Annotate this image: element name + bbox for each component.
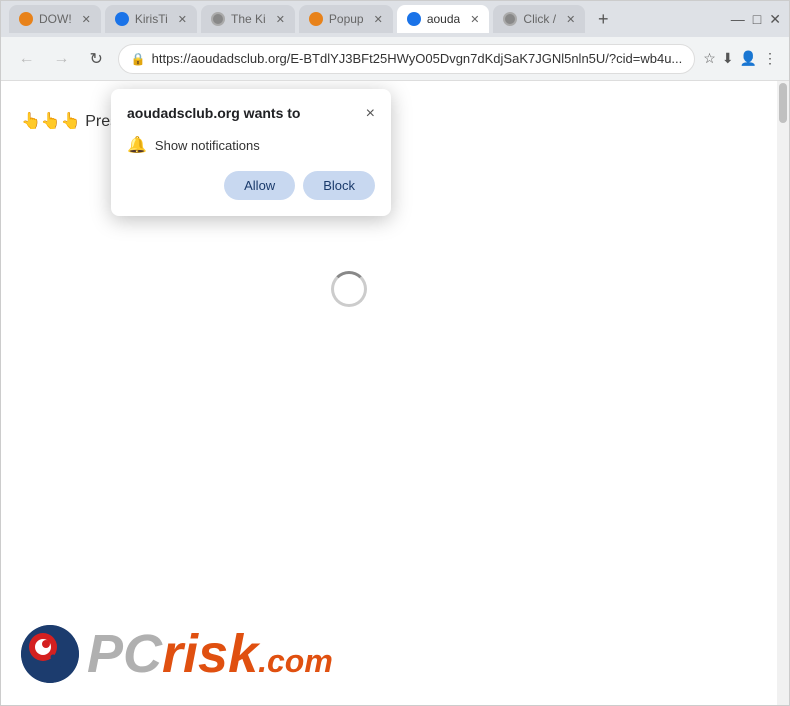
reload-button[interactable]: ↻ — [83, 45, 110, 73]
tab-favicon-ki — [211, 12, 225, 26]
tab-aouda[interactable]: aouda ✕ — [397, 5, 490, 33]
tab-favicon-aouda — [407, 12, 421, 26]
tab-label-aouda: aouda — [427, 12, 460, 26]
tab-favicon-dow — [19, 12, 33, 26]
allow-button[interactable]: Allow — [224, 171, 295, 200]
tab-label-kirist: KirisTi — [135, 12, 168, 26]
menu-icon[interactable]: ⋮ — [763, 50, 777, 67]
popup-notification-row: 🔔 Show notifications — [127, 135, 375, 155]
close-window-button[interactable]: ✕ — [769, 11, 781, 28]
tab-close-aouda[interactable]: ✕ — [470, 13, 479, 26]
tab-kirist[interactable]: KirisTi ✕ — [105, 5, 197, 33]
tab-favicon-popup — [309, 12, 323, 26]
scrollbar[interactable] — [777, 81, 789, 705]
logo-pc: PC — [87, 624, 162, 684]
browser-frame: DOW! ✕ KirisTi ✕ The Ki ✕ Popup ✕ aouda … — [0, 0, 790, 706]
popup-buttons: Allow Block — [127, 171, 375, 200]
url-text: https://aoudadsclub.org/E-BTdlYJ3BFt25HW… — [152, 51, 683, 66]
loading-spinner — [331, 271, 367, 307]
tab-close-kirist[interactable]: ✕ — [178, 13, 187, 26]
address-bar: ← → ↻ 🔒 https://aoudadsclub.org/E-BTdlYJ… — [1, 37, 789, 81]
popup-header: aoudadsclub.org wants to × — [127, 105, 375, 123]
popup-notification-label: Show notifications — [155, 138, 260, 153]
bookmark-icon[interactable]: ☆ — [703, 50, 716, 67]
logo-com: .com — [258, 643, 333, 679]
page-content: aoudadsclub.org wants to × 🔔 Show notifi… — [1, 81, 789, 705]
bell-icon: 🔔 — [127, 135, 147, 155]
tab-label-dow: DOW! — [39, 12, 72, 26]
maximize-button[interactable]: □ — [753, 11, 761, 27]
block-button[interactable]: Block — [303, 171, 375, 200]
popup-title: aoudadsclub.org wants to — [127, 105, 300, 121]
spinner-animation — [331, 271, 367, 307]
address-bar-icons: ☆ ⬇ 👤 ⋮ — [703, 50, 777, 67]
tab-close-click[interactable]: ✕ — [566, 13, 575, 26]
scrollbar-thumb[interactable] — [779, 83, 787, 123]
tab-label-click: Click / — [523, 12, 556, 26]
pcrisk-logo: PCrisk.com — [21, 623, 333, 685]
minimize-button[interactable]: — — [731, 11, 745, 27]
tab-close-ki[interactable]: ✕ — [276, 13, 285, 26]
logo-risk: risk — [162, 624, 258, 684]
profile-icon[interactable]: 👤 — [740, 50, 757, 67]
forward-button[interactable]: → — [48, 45, 75, 73]
tab-popup[interactable]: Popup ✕ — [299, 5, 393, 33]
tab-close-popup[interactable]: ✕ — [374, 13, 383, 26]
tab-label-ki: The Ki — [231, 12, 266, 26]
popup-close-button[interactable]: × — [366, 105, 375, 123]
title-bar: DOW! ✕ KirisTi ✕ The Ki ✕ Popup ✕ aouda … — [1, 1, 789, 37]
tab-click[interactable]: Click / ✕ — [493, 5, 585, 33]
new-tab-button[interactable]: + — [589, 5, 617, 33]
logo-circle — [21, 625, 79, 683]
logo-text-container: PCrisk.com — [87, 623, 333, 685]
tab-ki[interactable]: The Ki ✕ — [201, 5, 295, 33]
tab-close-dow[interactable]: ✕ — [82, 13, 91, 26]
url-bar[interactable]: 🔒 https://aoudadsclub.org/E-BTdlYJ3BFt25… — [118, 44, 696, 74]
download-icon[interactable]: ⬇ — [722, 50, 734, 67]
tab-label-popup: Popup — [329, 12, 364, 26]
window-controls: — □ ✕ — [731, 11, 781, 28]
logo-svg — [21, 625, 79, 683]
security-lock-icon: 🔒 — [131, 52, 146, 66]
tab-dow[interactable]: DOW! ✕ — [9, 5, 101, 33]
tab-favicon-click — [503, 12, 517, 26]
tab-favicon-kirist — [115, 12, 129, 26]
back-button[interactable]: ← — [13, 45, 40, 73]
notification-popup: aoudadsclub.org wants to × 🔔 Show notifi… — [111, 89, 391, 216]
